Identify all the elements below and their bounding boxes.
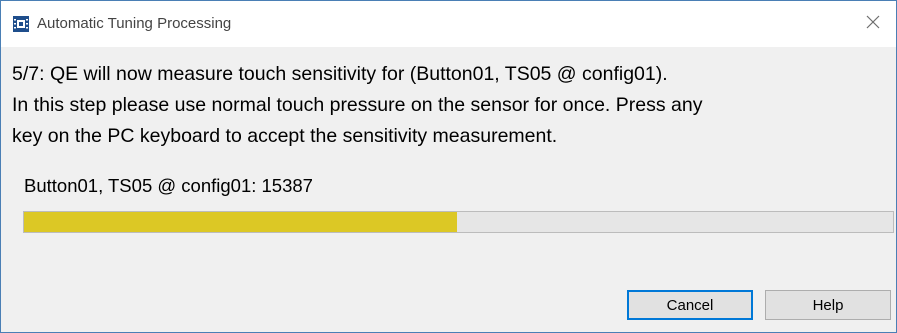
measurement-label: Button01, TS05 @ config01: 15387: [24, 175, 313, 196]
progress-fill: [24, 212, 457, 232]
message-line-step: 5/7: QE will now measure touch sensitivi…: [12, 63, 668, 85]
close-icon: [866, 15, 880, 34]
instruction-message: 5/7: QE will now measure touch sensitivi…: [12, 59, 887, 152]
help-button[interactable]: Help: [765, 290, 891, 320]
chip-icon: [13, 16, 29, 32]
message-line-keyboard: key on the PC keyboard to accept the sen…: [12, 125, 558, 147]
dialog-window: Automatic Tuning Processing 5/7: QE will…: [0, 0, 897, 333]
window-title: Automatic Tuning Processing: [37, 15, 232, 32]
title-bar[interactable]: Automatic Tuning Processing: [1, 1, 896, 47]
cancel-button[interactable]: Cancel: [627, 290, 753, 320]
message-line-instruction: In this step please use normal touch pre…: [12, 94, 703, 116]
close-button[interactable]: [850, 1, 896, 47]
measurement-progress-bar: [23, 211, 894, 233]
